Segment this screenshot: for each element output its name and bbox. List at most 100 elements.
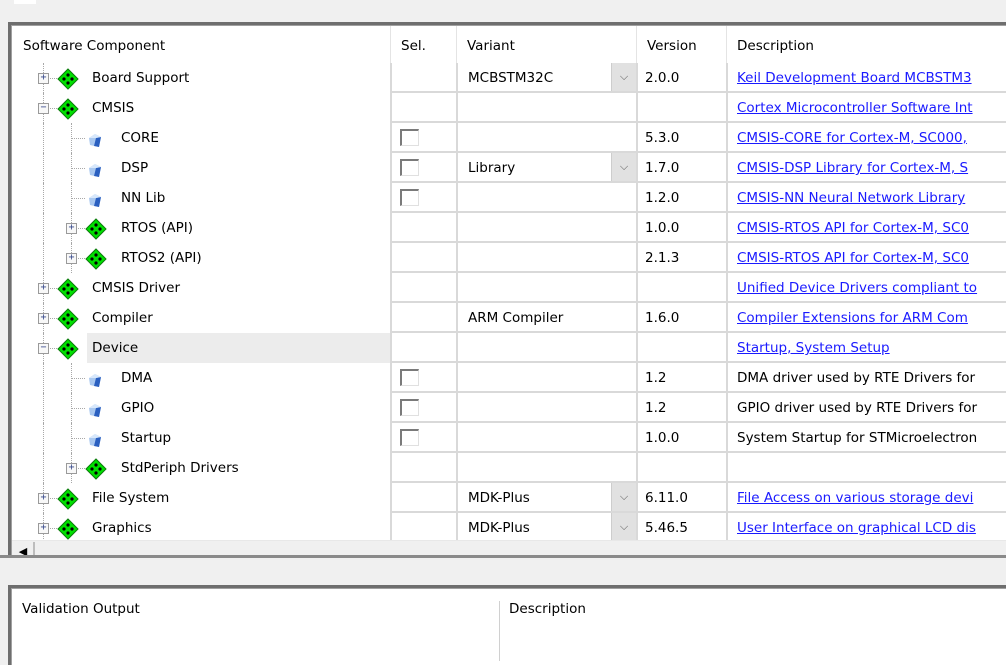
description-link[interactable]: Unified Device Drivers compliant to [737,280,977,296]
description-cell[interactable]: CMSIS-RTOS API for Cortex-M, SC0 [726,213,1006,243]
variant-cell[interactable]: Library ⌵ [456,153,636,183]
chevron-down-icon[interactable]: ⌵ [611,513,636,541]
description-cell[interactable]: CMSIS-NN Neural Network Library [726,183,1006,213]
table-row[interactable]: + Graphics MDK-Plus ⌵ 5.46.5 User Interface o… [12,513,1006,543]
description-cell[interactable]: Cortex Microcontroller Software Int [726,93,1006,123]
header-description[interactable]: Description [726,26,814,63]
tree-cell[interactable]: + Compiler [12,303,390,333]
description-link[interactable]: CMSIS-RTOS API for Cortex-M, SC0 [737,250,969,266]
tree-cell[interactable]: + File System [12,483,390,513]
table-row[interactable]: DMA 1.2 DMA driver used by RTE Drivers for [12,363,1006,393]
description-link[interactable]: User Interface on graphical LCD dis [737,520,976,536]
table-row[interactable]: + RTOS (API) 1.0.0 CMSIS-RTOS API for Corte… [12,213,1006,243]
tree-cell[interactable]: + CMSIS Driver [12,273,390,303]
version-cell: 1.0.0 [636,213,726,243]
tree-cell[interactable]: + StdPeriph Drivers [12,453,390,483]
expand-icon[interactable]: + [38,493,49,504]
table-row[interactable]: NN Lib 1.2.0 CMSIS-NN Neural Network Libra… [12,183,1006,213]
description-cell[interactable]: Keil Development Board MCBSTM3 [726,63,1006,93]
table-row[interactable]: − Device Startup, System Setup [12,333,1006,363]
description-cell[interactable]: Unified Device Drivers compliant to [726,273,1006,303]
description-link[interactable]: File Access on various storage devi [737,490,973,506]
tree-cell[interactable]: CORE [12,123,390,153]
table-row[interactable]: + RTOS2 (API) 2.1.3 CMSIS-RTOS API for Cort… [12,243,1006,273]
table-row[interactable]: − CMSIS Cortex Microcontroller Software In… [12,93,1006,123]
tree-cell[interactable]: − Device [12,333,390,363]
description-link[interactable]: CMSIS-DSP Library for Cortex-M, S [737,160,968,176]
components-panel: Software Component Sel. Variant Version … [8,22,1006,555]
tree-cell[interactable]: + RTOS (API) [12,213,390,243]
variant-cell[interactable]: MDK-Plus ⌵ [456,483,636,513]
expand-icon[interactable]: + [38,523,49,534]
expand-icon[interactable]: + [38,73,49,84]
description-link[interactable]: Cortex Microcontroller Software Int [737,100,973,116]
description-cell[interactable]: CMSIS-DSP Library for Cortex-M, S [726,153,1006,183]
description-link[interactable]: CMSIS-NN Neural Network Library [737,190,965,206]
description-link[interactable]: Compiler Extensions for ARM Com [737,310,968,326]
description-cell[interactable]: CMSIS-RTOS API for Cortex-M, SC0 [726,243,1006,273]
select-checkbox[interactable] [400,159,419,176]
version-cell [636,273,726,303]
expand-icon[interactable]: + [38,283,49,294]
component-name: NN Lib [121,190,166,206]
variant-cell[interactable]: MCBSTM32C ⌵ [456,63,636,93]
scroll-left-arrow-icon[interactable]: ◀ [13,542,35,555]
header-software-component[interactable]: Software Component [12,26,165,63]
chevron-down-icon[interactable]: ⌵ [611,153,636,181]
select-checkbox[interactable] [400,189,419,206]
component-icon [88,160,102,177]
header-sel[interactable]: Sel. [390,26,426,63]
table-row[interactable]: Startup 1.0.0 System Startup for STMicroel… [12,423,1006,453]
version-cell: 5.3.0 [636,123,726,153]
expand-icon[interactable]: + [66,223,77,234]
chevron-down-icon[interactable]: ⌵ [611,63,636,91]
header-validation-description[interactable]: Description [509,601,586,617]
header-version[interactable]: Version [636,26,697,63]
description-link[interactable]: CMSIS-RTOS API for Cortex-M, SC0 [737,220,969,236]
variant-cell[interactable]: MDK-Plus ⌵ [456,513,636,543]
header-variant[interactable]: Variant [456,26,515,63]
table-row[interactable]: + Compiler ARM Compiler 1.6.0 Compiler Exten… [12,303,1006,333]
component-icon [88,370,102,387]
table-row[interactable]: DSP Library ⌵ 1.7.0 CMSIS-DSP Library for Co… [12,153,1006,183]
description-cell: DMA driver used by RTE Drivers for [726,363,1006,393]
splitter[interactable] [0,555,1006,585]
table-row[interactable]: CORE 5.3.0 CMSIS-CORE for Cortex-M, SC000, [12,123,1006,153]
tree-cell[interactable]: DSP [12,153,390,183]
select-checkbox[interactable] [400,429,419,446]
variant-value: ARM Compiler [468,310,564,326]
description-cell[interactable]: CMSIS-CORE for Cortex-M, SC000, [726,123,1006,153]
tree-cell[interactable]: + Board Support [12,63,390,93]
table-row[interactable]: GPIO 1.2 GPIO driver used by RTE Drivers f… [12,393,1006,423]
collapse-icon[interactable]: − [38,103,49,114]
horizontal-scrollbar[interactable]: ◀ [12,540,1006,555]
description-cell[interactable]: User Interface on graphical LCD dis [726,513,1006,543]
description-cell[interactable]: Compiler Extensions for ARM Com [726,303,1006,333]
collapse-icon[interactable]: − [38,343,49,354]
select-checkbox[interactable] [400,369,419,386]
table-row[interactable]: + Board Support MCBSTM32C ⌵ 2.0.0 Keil Develo… [12,63,1006,93]
description-cell[interactable]: Startup, System Setup [726,333,1006,363]
description-link[interactable]: Keil Development Board MCBSTM3 [737,70,972,86]
expand-icon[interactable]: + [38,313,49,324]
tree-cell[interactable]: DMA [12,363,390,393]
tree-cell[interactable]: − CMSIS [12,93,390,123]
expand-icon[interactable]: + [66,253,77,264]
expand-icon[interactable]: + [66,463,77,474]
table-row[interactable]: + CMSIS Driver Unified Device Drivers comp… [12,273,1006,303]
tree-cell[interactable]: Startup [12,423,390,453]
description-link[interactable]: CMSIS-CORE for Cortex-M, SC000, [737,130,967,146]
tree-cell[interactable]: + RTOS2 (API) [12,243,390,273]
component-class-icon [57,278,79,300]
chevron-down-icon[interactable]: ⌵ [611,483,636,511]
tree-cell[interactable]: + Graphics [12,513,390,543]
select-checkbox[interactable] [400,399,419,416]
tree-cell[interactable]: NN Lib [12,183,390,213]
tree-cell[interactable]: GPIO [12,393,390,423]
description-cell[interactable]: File Access on various storage devi [726,483,1006,513]
table-row[interactable]: + StdPeriph Drivers [12,453,1006,483]
header-validation-output[interactable]: Validation Output [22,601,140,617]
table-row[interactable]: + File System MDK-Plus ⌵ 6.11.0 File Access o… [12,483,1006,513]
description-link[interactable]: Startup, System Setup [737,340,890,356]
select-checkbox[interactable] [400,129,419,146]
